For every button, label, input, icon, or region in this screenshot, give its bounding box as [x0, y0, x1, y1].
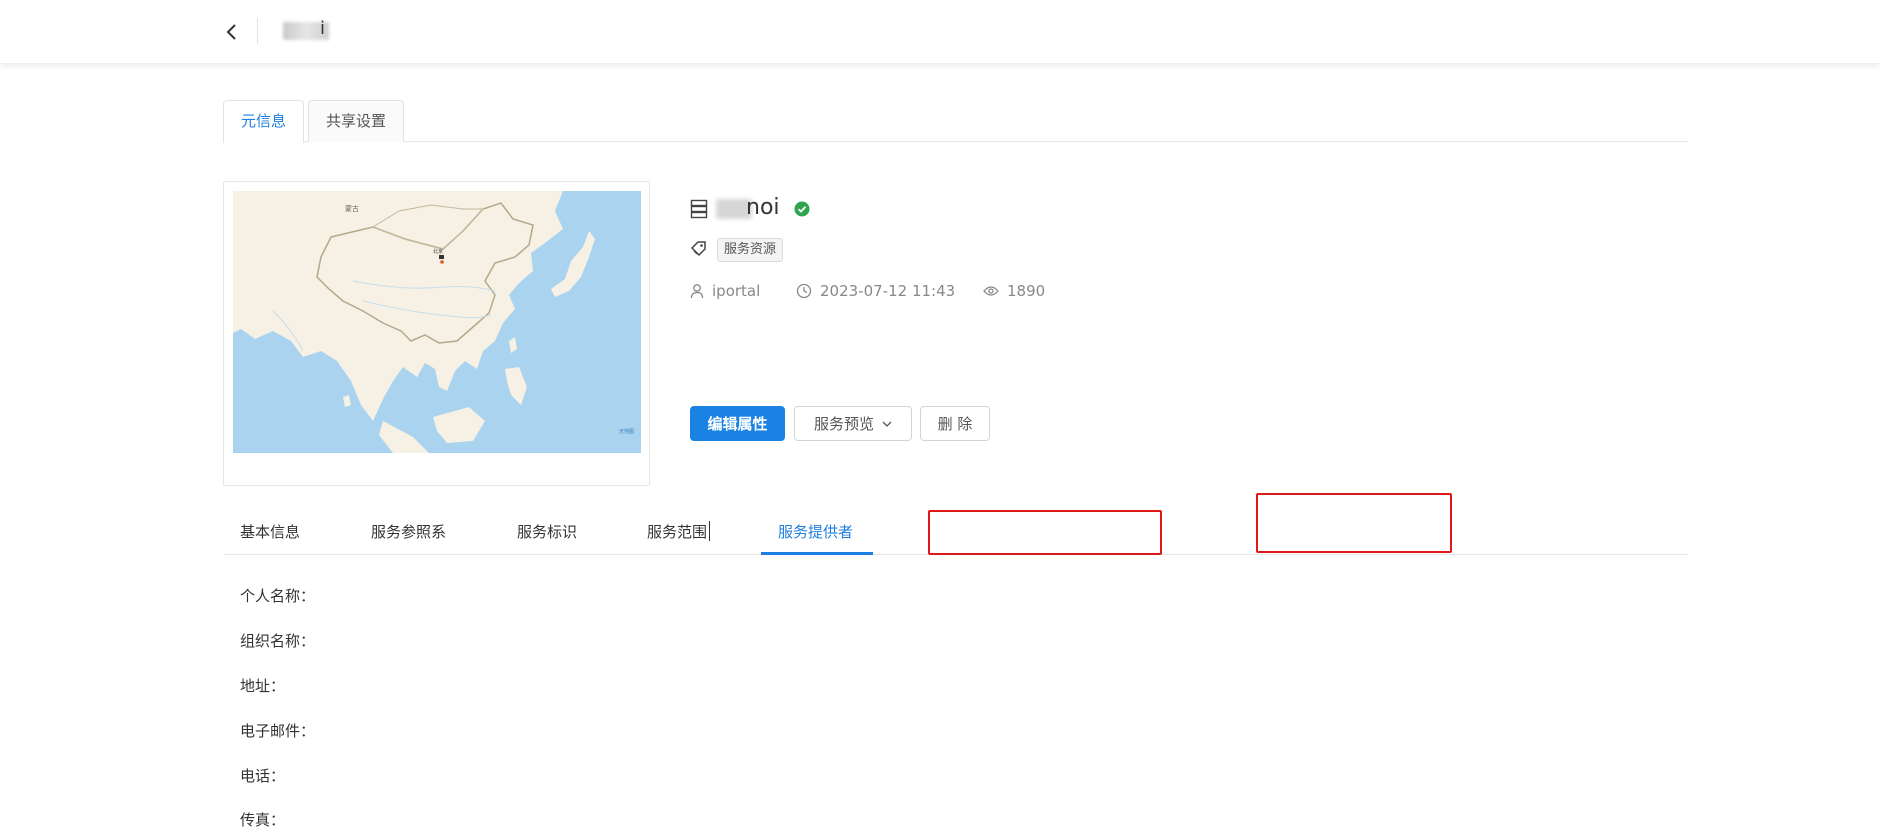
- tab-reference-system[interactable]: 服务参照系: [371, 521, 446, 542]
- tag-badge: 服务资源: [717, 238, 784, 262]
- tab-sharing-label: 共享设置: [326, 112, 387, 130]
- field-email: 电子邮件：: [240, 722, 316, 740]
- edit-properties-button[interactable]: 编辑属性: [690, 406, 785, 441]
- top-header: i: [0, 0, 1880, 64]
- annotation-box: [928, 510, 1162, 555]
- field-fax: 传真：: [240, 811, 286, 829]
- edit-label: 编辑属性: [707, 415, 768, 433]
- back-button[interactable]: [222, 20, 242, 44]
- map-thumbnail: 蒙古 北京 天地图: [223, 181, 650, 486]
- tab-service-provider[interactable]: 服务提供者: [778, 521, 853, 542]
- tab-metadata-label: 元信息: [241, 112, 287, 130]
- service-preview-dropdown[interactable]: 服务预览: [794, 406, 912, 441]
- chevron-left-icon: [226, 24, 236, 40]
- field-organization-name: 组织名称：: [240, 632, 316, 650]
- resource-title: noi: [746, 195, 780, 220]
- tab-service-identification[interactable]: 服务标识: [517, 521, 577, 542]
- active-tab-indicator: [761, 552, 873, 555]
- card-tabs: 元信息 共享设置: [223, 98, 1688, 143]
- delete-label: 删 除: [937, 415, 973, 433]
- field-phone: 电话：: [240, 767, 286, 785]
- delete-button[interactable]: 删 除: [920, 406, 990, 441]
- tab-sharing-settings[interactable]: 共享设置: [308, 100, 405, 142]
- tab-basic-info[interactable]: 基本信息: [240, 521, 300, 542]
- verified-check-icon: [794, 201, 810, 217]
- header-divider: [257, 18, 258, 44]
- view-count: 1890: [983, 282, 1045, 300]
- field-personal-name: 个人名称：: [240, 587, 316, 605]
- header-title: i: [320, 18, 326, 39]
- owner-info: iportal: [690, 282, 760, 300]
- owner-name: iportal: [712, 282, 761, 300]
- field-address: 地址：: [240, 677, 286, 695]
- datetime-text: 2023-07-12 11:43: [820, 282, 956, 300]
- map-label-beijing: 北京: [433, 248, 443, 255]
- annotation-box: [1256, 493, 1452, 553]
- tag-icon: [690, 241, 706, 257]
- tab-service-extent[interactable]: 服务范围: [647, 521, 707, 542]
- user-icon: [690, 284, 704, 299]
- map-preview-image: 蒙古 北京 天地图: [233, 191, 641, 453]
- eye-icon: [983, 286, 999, 296]
- server-icon: [690, 199, 708, 219]
- map-attribution: 天地图: [619, 428, 634, 435]
- chevron-down-icon: [882, 421, 892, 427]
- tab-metadata[interactable]: 元信息: [223, 100, 305, 143]
- preview-label: 服务预览: [813, 415, 874, 433]
- text-cursor: [709, 521, 710, 541]
- clock-icon: [796, 283, 812, 299]
- update-time: 2023-07-12 11:43: [796, 282, 955, 300]
- views-text: 1890: [1007, 282, 1046, 300]
- map-label-mongolia: 蒙古: [345, 204, 359, 213]
